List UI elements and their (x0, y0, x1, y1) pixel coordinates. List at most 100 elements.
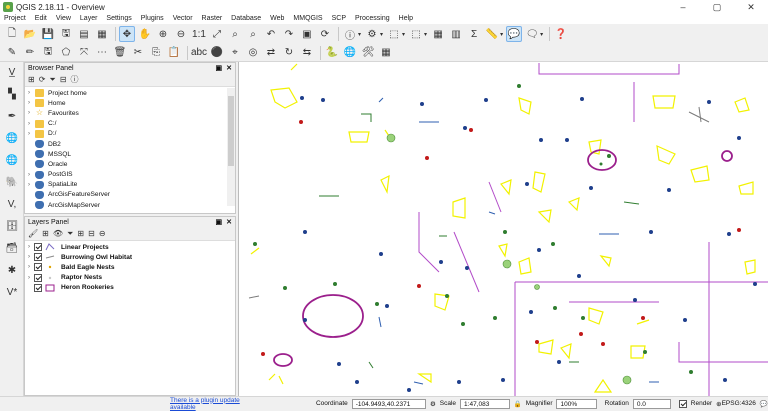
scale-combobox[interactable]: 1:47,083 (460, 398, 510, 409)
label-icon[interactable]: abc (191, 45, 207, 61)
menu-plugins[interactable]: Plugins (141, 14, 164, 24)
float-panel-icon[interactable]: ▣ (216, 64, 223, 72)
chevron-down-icon[interactable]: ▾ (500, 31, 503, 38)
menu-settings[interactable]: Settings (106, 14, 131, 24)
open-project-icon[interactable]: 📂 (22, 26, 38, 42)
lock-scale-icon[interactable]: 🔒 (514, 400, 522, 408)
chevron-right-icon[interactable]: › (25, 121, 33, 127)
close-panel-icon[interactable]: ✕ (226, 64, 232, 72)
plugin-update-link[interactable]: There is a plugin update available (170, 397, 262, 411)
add-group-icon[interactable]: ⊞ (42, 229, 49, 238)
zoom-layer-icon[interactable]: ⌕ (245, 26, 261, 42)
crs-status[interactable]: EPSG:4326 (722, 400, 756, 407)
style-manager-icon[interactable]: 🖌 (28, 229, 38, 238)
zoom-out-icon[interactable]: ⊖ (173, 26, 189, 42)
chevron-down-icon[interactable]: ▾ (424, 31, 427, 38)
composer-manager-icon[interactable]: ▦ (94, 26, 110, 42)
zoom-full-icon[interactable]: ⤢ (209, 26, 225, 42)
action-icon[interactable]: ⚙ (364, 26, 380, 42)
help-icon[interactable]: ❓ (553, 26, 569, 42)
layer-row[interactable]: › Raptor Nests (25, 273, 235, 283)
map-canvas[interactable] (238, 62, 768, 396)
add-spatialite-layer-icon[interactable]: ✒ (4, 108, 20, 124)
chevron-right-icon[interactable]: › (25, 110, 33, 116)
menu-help[interactable]: Help (399, 14, 413, 24)
statistics-icon[interactable]: Σ (466, 26, 482, 42)
zoom-selection-icon[interactable]: ⌕ (227, 26, 243, 42)
save-as-icon[interactable]: 🖫 (58, 26, 74, 42)
new-map-view-icon[interactable]: ▣ (299, 26, 315, 42)
add-oracle-layer-icon[interactable]: 🗃 (4, 240, 20, 256)
scrollbar-thumb[interactable] (228, 96, 234, 166)
new-temporary-layer-icon[interactable]: V* (4, 284, 20, 300)
measure-icon[interactable]: 📏 (484, 26, 500, 42)
paste-features-icon[interactable]: 📋 (166, 45, 182, 61)
add-delimited-text-icon[interactable]: V, (4, 196, 20, 212)
menu-web[interactable]: Web (270, 14, 284, 24)
layer-row[interactable]: › Burrowing Owl Habitat (25, 252, 235, 262)
move-label-icon[interactable]: ⇄ (263, 45, 279, 61)
delete-selected-icon[interactable]: 🗑 (112, 45, 128, 61)
add-mssql-layer-icon[interactable]: 🗄 (4, 218, 20, 234)
tree-item[interactable]: › D:/ (25, 129, 235, 139)
rotate-label-icon[interactable]: ↻ (281, 45, 297, 61)
magnifier-spinbox[interactable]: 100% (556, 398, 597, 409)
menu-vector[interactable]: Vector (173, 14, 193, 24)
remove-layer-icon[interactable]: ⊖ (99, 229, 106, 238)
menu-processing[interactable]: Processing (355, 14, 390, 24)
tree-item[interactable]: › PostGIS (25, 170, 235, 180)
tree-item[interactable]: ArcGisFeatureServer (25, 190, 235, 200)
layer-row[interactable]: › Bald Eagle Nests (25, 262, 235, 272)
new-print-composer-icon[interactable]: ▤ (76, 26, 92, 42)
save-edits-icon[interactable]: 🖫 (40, 45, 56, 61)
close-panel-icon[interactable]: ✕ (226, 218, 232, 226)
grid-plugin-icon[interactable]: ▦ (378, 45, 394, 61)
zoom-last-icon[interactable]: ↶ (263, 26, 279, 42)
globe-plugin-icon[interactable]: 🌐 (342, 45, 358, 61)
collapse-all-icon[interactable]: ⊟ (88, 229, 95, 238)
close-button[interactable]: ✕ (734, 0, 768, 14)
manage-visibility-icon[interactable]: 👁 (53, 229, 63, 238)
layer-visibility-checkbox[interactable] (34, 273, 42, 282)
menu-project[interactable]: Project (4, 14, 26, 24)
menu-view[interactable]: View (56, 14, 71, 24)
deselect-icon[interactable]: ⬚ (408, 26, 424, 42)
highlight-labels-icon[interactable]: ◎ (245, 45, 261, 61)
float-panel-icon[interactable]: ▣ (216, 218, 223, 226)
tree-item[interactable]: › SpatiaLite (25, 180, 235, 190)
zoom-next-icon[interactable]: ↷ (281, 26, 297, 42)
add-selected-icon[interactable]: ⊞ (28, 75, 35, 84)
chevron-right-icon[interactable]: › (25, 90, 33, 96)
pan-to-selection-icon[interactable]: ✋ (137, 26, 153, 42)
tree-item[interactable]: › ☆ Favourites (25, 108, 235, 118)
tree-item[interactable]: › Project home (25, 88, 235, 98)
add-wms-layer-icon[interactable]: 🌐 (4, 130, 20, 146)
render-checkbox[interactable] (679, 399, 687, 408)
add-wcs-layer-icon[interactable]: 🌐 (4, 152, 20, 168)
add-postgis-layer-icon[interactable]: 🐘 (4, 174, 20, 190)
tree-item[interactable]: DB2 (25, 139, 235, 149)
move-feature-icon[interactable]: ⤧ (76, 45, 92, 61)
layer-visibility-checkbox[interactable] (34, 263, 42, 272)
python-console-icon[interactable]: 🐍 (324, 45, 340, 61)
minimize-button[interactable]: – (666, 0, 700, 14)
menu-scp[interactable]: SCP (332, 14, 346, 24)
tree-item[interactable]: › C:/ (25, 119, 235, 129)
add-vector-layer-icon[interactable]: V̲ (4, 64, 20, 80)
layer-labeling-icon[interactable]: ⚫ (209, 45, 225, 61)
chevron-right-icon[interactable]: › (25, 275, 33, 281)
menu-layer[interactable]: Layer (80, 14, 98, 24)
save-project-icon[interactable]: 💾 (40, 26, 56, 42)
field-calculator-icon[interactable]: ▥ (448, 26, 464, 42)
layer-visibility-checkbox[interactable] (34, 253, 42, 262)
new-project-icon[interactable]: 🗋 (4, 26, 20, 42)
toggle-editing-icon[interactable]: ✏ (22, 45, 38, 61)
new-shapefile-icon[interactable]: ✱ (4, 262, 20, 278)
chevron-right-icon[interactable]: › (25, 254, 33, 260)
add-raster-layer-icon[interactable]: ▚ (4, 86, 20, 102)
menu-mmqgis[interactable]: MMQGIS (293, 14, 322, 24)
menu-edit[interactable]: Edit (35, 14, 47, 24)
chevron-right-icon[interactable]: › (25, 244, 33, 250)
zoom-in-icon[interactable]: ⊕ (155, 26, 171, 42)
chevron-right-icon[interactable]: › (25, 100, 33, 106)
